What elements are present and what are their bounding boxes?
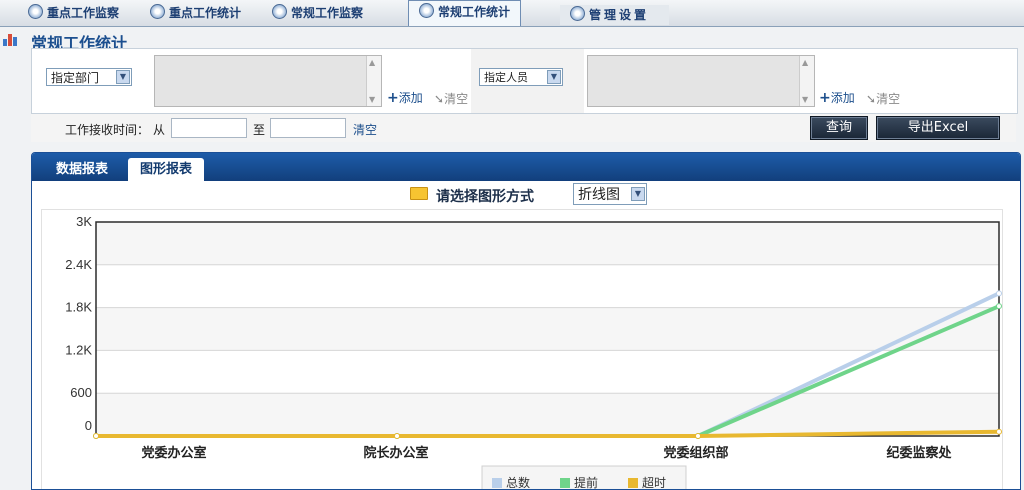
globe-icon: [28, 4, 43, 19]
clear-department-link[interactable]: ➘清空: [434, 90, 468, 107]
add-person-link[interactable]: +添加: [819, 89, 855, 106]
listbox-scrollbar[interactable]: ▲ ▼: [799, 56, 814, 106]
y-tick-label: 600: [70, 385, 92, 400]
tab-management-settings[interactable]: 管理设置: [560, 5, 670, 25]
query-button[interactable]: 查询: [810, 116, 868, 140]
plot-band: [96, 222, 999, 265]
tab-data-report[interactable]: 数据报表: [56, 158, 108, 181]
chart-type-chooser: 请选择图形方式 折线图 ▼: [32, 181, 1020, 207]
start-date-input[interactable]: [171, 118, 247, 138]
tab-label: 管理设置: [589, 8, 650, 22]
tab-regular-work-monitor[interactable]: 常规工作监察: [272, 2, 363, 24]
tab-label: 常规工作监察: [291, 6, 364, 20]
legend-swatch: [492, 478, 502, 488]
department-select-value: 指定部门: [51, 71, 100, 85]
to-label: 至: [253, 123, 266, 137]
y-tick-label: 1.2K: [65, 342, 92, 357]
clear-label: 清空: [876, 92, 901, 106]
x-category-label: 纪委监察处: [886, 445, 952, 461]
data-point: [394, 433, 400, 439]
chevron-down-icon: ▼: [547, 70, 561, 84]
from-label: 从: [153, 123, 166, 137]
department-select[interactable]: 指定部门 ▼: [46, 68, 132, 86]
x-category-label: 党委办公室: [141, 445, 206, 461]
scroll-down-icon: ▼: [369, 95, 376, 104]
legend-label: 超时: [642, 475, 666, 490]
x-category-label: 党委组织部: [663, 445, 728, 461]
tab-regular-work-stats[interactable]: 常规工作统计: [408, 0, 522, 26]
clear-person-link[interactable]: ➘清空: [866, 90, 900, 107]
data-point: [695, 433, 701, 439]
end-date-input[interactable]: [270, 118, 346, 138]
chart-type-label: 请选择图形方式: [436, 189, 534, 205]
chevron-down-icon: ▼: [116, 70, 130, 84]
line-chart: 0 600 1.2K 1.8K 2.4K 3K 党委办公室 院长办公室 党委组织部 纪委监察处总数…: [65, 214, 1002, 490]
tab-key-work-stats[interactable]: 重点工作统计: [150, 2, 241, 24]
data-point: [996, 290, 1002, 297]
person-select[interactable]: 指定人员 ▼: [479, 68, 563, 86]
y-tick-label: 1.8K: [65, 300, 92, 315]
scroll-up-icon: ▲: [802, 58, 809, 67]
legend-swatch: [628, 478, 638, 488]
line-chart-area: 0 600 1.2K 1.8K 2.4K 3K 党委办公室 院长办公室 党委组织部 纪委监察处总数…: [41, 209, 1003, 490]
globe-icon: [419, 3, 434, 18]
panel-tab-bar: 数据报表 图形报表: [32, 153, 1020, 181]
data-point: [996, 303, 1002, 310]
scroll-down-icon: ▼: [802, 95, 809, 104]
department-listbox[interactable]: ▲ ▼: [154, 55, 382, 107]
page-header: 常规工作统计: [0, 28, 1024, 53]
report-panel: 数据报表 图形报表 请选择图形方式 折线图 ▼ 0 600 1.2K 1.8K 2.4K…: [31, 152, 1021, 490]
scroll-up-icon: ▲: [369, 58, 376, 67]
add-label: 添加: [830, 91, 855, 105]
y-tick-label: 0: [85, 418, 92, 433]
x-category-label: 院长办公室: [363, 445, 428, 461]
globe-icon: [150, 4, 165, 19]
y-tick-label: 3K: [76, 214, 92, 229]
clear-label: 清空: [444, 92, 469, 106]
globe-icon: [570, 6, 585, 21]
tab-label: 重点工作监察: [47, 6, 120, 20]
time-label: 工作接收时间：: [65, 123, 150, 137]
person-listbox[interactable]: ▲ ▼: [587, 55, 815, 107]
tab-label: 常规工作统计: [438, 5, 511, 19]
export-excel-button[interactable]: 导出Excel: [876, 116, 1000, 140]
bar-chart-icon: [3, 34, 19, 46]
clear-time-link[interactable]: 清空: [353, 121, 377, 138]
plot-band: [96, 393, 999, 436]
legend-label: 提前: [574, 475, 598, 490]
legend-swatch: [560, 478, 570, 488]
chart-type-select[interactable]: 折线图 ▼: [573, 183, 647, 205]
tab-key-work-monitor[interactable]: 重点工作监察: [28, 2, 119, 24]
add-department-link[interactable]: +添加: [387, 89, 423, 106]
tab-graph-report[interactable]: 图形报表: [128, 158, 204, 181]
folder-icon: [410, 187, 428, 200]
filter-panel: 指定部门 ▼ ▲ ▼ +添加 ➘清空 指定人员 ▼ ▲ ▼ +添加 ➘清空: [31, 48, 1018, 114]
legend-label: 总数: [506, 475, 530, 490]
add-label: 添加: [398, 91, 423, 105]
plot-band: [96, 307, 999, 351]
globe-icon: [272, 4, 287, 19]
tab-label: 重点工作统计: [169, 6, 242, 20]
listbox-scrollbar[interactable]: ▲ ▼: [366, 56, 381, 106]
y-tick-label: 2.4K: [65, 257, 92, 272]
person-select-value: 指定人员: [484, 71, 528, 84]
legend: 总数 提前 超时: [481, 465, 687, 490]
top-nav-bar: 重点工作监察 重点工作统计 常规工作监察 常规工作统计 管理设置: [0, 0, 1024, 27]
data-point: [93, 433, 99, 439]
plot-band: [96, 264, 999, 308]
data-point: [996, 428, 1002, 435]
time-filter-row: 工作接收时间： 从 至 清空 查询 导出Excel: [31, 114, 1016, 142]
chevron-down-icon: ▼: [631, 187, 645, 201]
chart-type-value: 折线图: [578, 187, 620, 203]
